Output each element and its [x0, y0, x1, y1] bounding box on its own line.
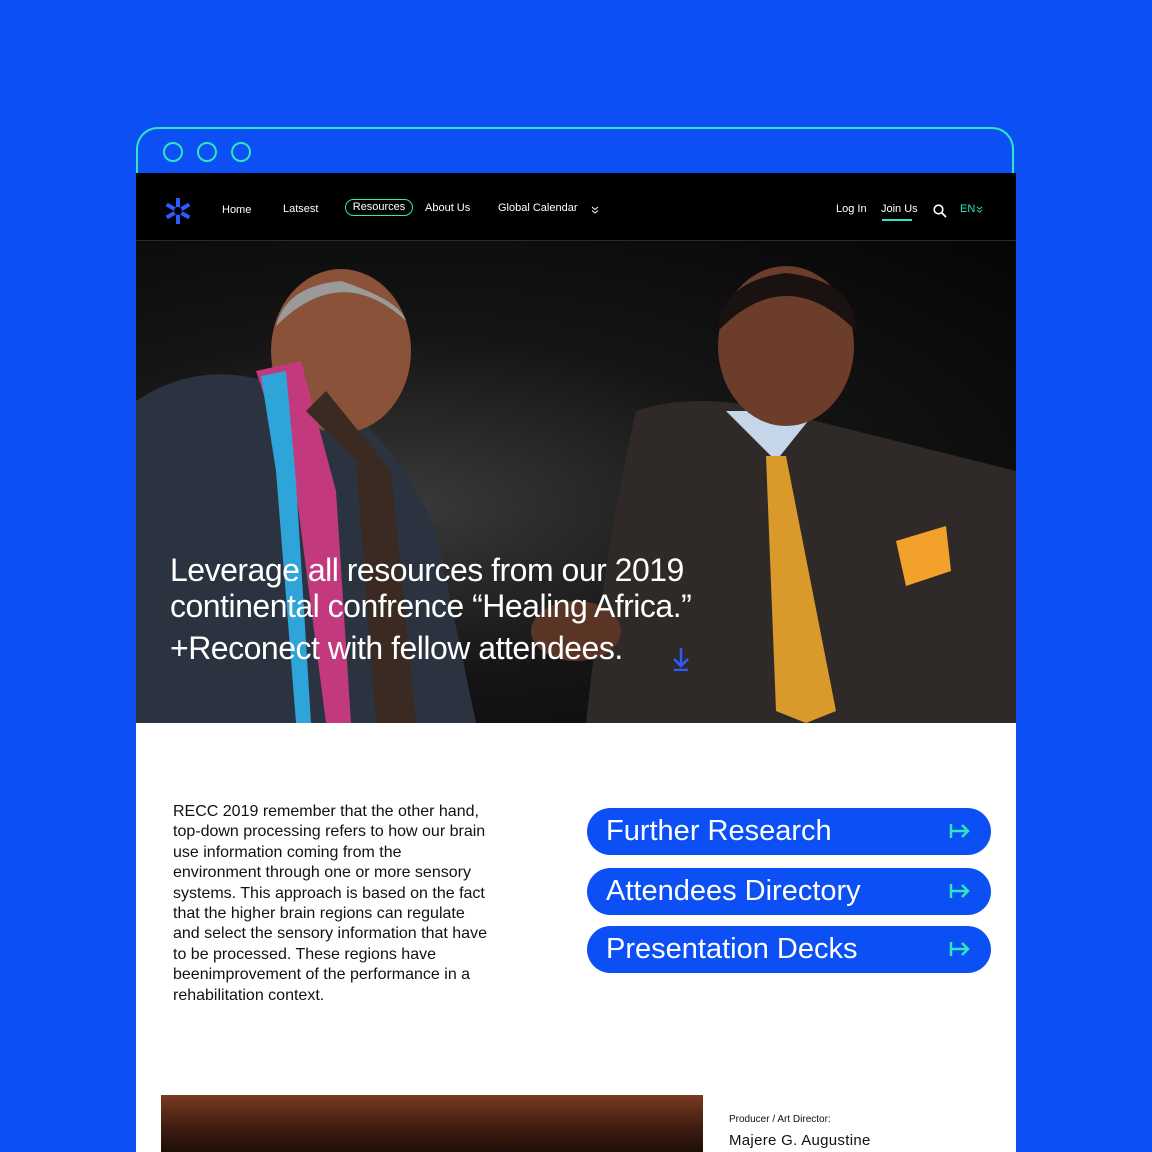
nav-global-calendar[interactable]: Global Calendar: [498, 202, 578, 214]
window-dot-minimize[interactable]: [197, 142, 217, 162]
language-selector[interactable]: EN: [960, 203, 975, 215]
window-dot-maximize[interactable]: [231, 142, 251, 162]
web-page: Home Latsest Resources About Us Global C…: [136, 173, 1016, 1152]
hero-line-3-text: +Reconect with fellow attendees.: [170, 630, 623, 666]
browser-window-bar: [136, 127, 1014, 173]
arrow-right-from-line-icon: [949, 824, 970, 838]
hero-line-3: +Reconect with fellow attendees.: [170, 629, 790, 667]
nav-about[interactable]: About Us: [425, 202, 470, 214]
join-underline: [882, 219, 912, 221]
further-research-button[interactable]: Further Research: [587, 808, 991, 855]
arrow-right-from-line-icon: [949, 884, 970, 898]
nav-login[interactable]: Log In: [836, 203, 867, 215]
intro-paragraph: RECC 2019 remember that the other hand, …: [173, 803, 487, 1004]
cta-label: Attendees Directory: [606, 875, 861, 907]
hero-headline: Leverage all resources from our 2019 con…: [170, 551, 790, 667]
cta-label: Presentation Decks: [606, 933, 858, 965]
arrow-down-to-line-icon[interactable]: [672, 647, 690, 671]
hero-line-1: Leverage all resources from our 2019: [170, 552, 684, 588]
attendees-directory-button[interactable]: Attendees Directory: [587, 868, 991, 915]
cta-label: Further Research: [606, 815, 832, 847]
window-dot-close[interactable]: [163, 142, 183, 162]
double-chevron-down-icon[interactable]: [591, 206, 599, 214]
hero-line-2: continental confrence “Healing Africa.”: [170, 588, 692, 624]
nav-resources-active[interactable]: Resources: [345, 199, 413, 216]
search-icon[interactable]: [933, 204, 947, 218]
credit-label: Producer / Art Director:: [729, 1114, 831, 1125]
nav-join[interactable]: Join Us: [881, 203, 918, 215]
arrow-right-from-line-icon: [949, 942, 970, 956]
credit-name: Majere G. Augustine: [729, 1132, 871, 1149]
language-chevron-icon[interactable]: [976, 206, 983, 213]
nav-latest[interactable]: Latsest: [283, 203, 318, 215]
top-navigation: Home Latsest Resources About Us Global C…: [136, 173, 1016, 241]
nav-home[interactable]: Home: [222, 204, 251, 216]
hero-image: Leverage all resources from our 2019 con…: [136, 241, 1016, 723]
presentation-decks-button[interactable]: Presentation Decks: [587, 926, 991, 973]
asterisk-logo-icon[interactable]: [162, 195, 194, 227]
production-photo: [161, 1095, 703, 1152]
